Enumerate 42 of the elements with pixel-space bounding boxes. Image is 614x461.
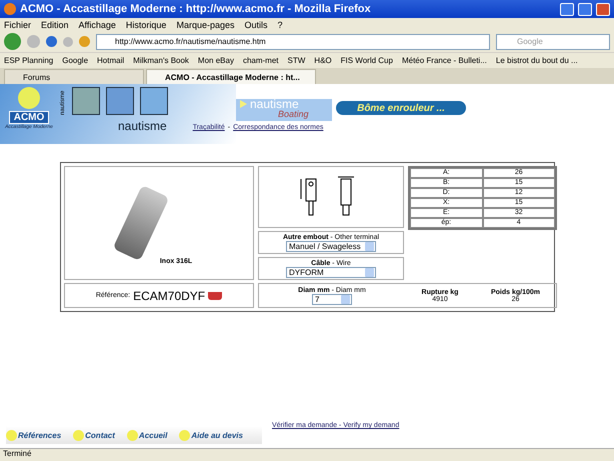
triangle-icon [240,100,247,108]
nautisme-banner: nautisme Boating [236,99,332,121]
logo-text: ACMO [8,111,50,124]
reference-code: ECAM70DYF [133,288,206,302]
bookmark[interactable]: Météo France - Bulleti... [402,56,487,65]
menu-item[interactable]: Outils [244,20,268,30]
browser-tab[interactable]: Forums [4,69,144,84]
footer-link[interactable]: Aide au devis [179,430,243,440]
minimize-button[interactable] [560,2,574,16]
dropdown[interactable]: DYFORM [286,266,376,278]
menu-item[interactable]: ? [278,20,283,30]
bookmark[interactable]: Milkman's Book [133,56,189,65]
footer-link[interactable]: Accueil [126,430,168,440]
menu-item[interactable]: Edition [41,20,69,30]
menu-item[interactable]: Affichage [78,20,116,30]
close-button[interactable] [596,2,610,16]
bookmark[interactable]: Le bistrot du bout du ... [496,56,578,65]
bookmark[interactable]: ESP Planning [4,56,54,65]
photo-placeholder [72,87,100,115]
footer-link[interactable]: Références [6,430,62,440]
menu-item[interactable]: Fichier [4,20,32,30]
menu-item[interactable]: Historique [126,20,166,30]
bookmark[interactable]: FIS World Cup [340,56,393,65]
address-field[interactable]: http://www.acmo.fr/nautisme/nautisme.htm [96,34,490,50]
section-title: nautisme [118,119,167,133]
footer-link[interactable]: Contact [73,430,115,440]
photo-placeholder [106,87,134,115]
dropdown[interactable]: 7 [312,294,352,304]
menu-item[interactable]: Marque-pages [176,20,234,30]
maximize-button[interactable] [578,2,592,16]
bookmark[interactable]: STW [288,56,306,65]
bookmark[interactable]: cham-met [242,56,279,65]
dropdown[interactable]: Manuel / Swageless [286,240,376,252]
bookmark[interactable]: H&O [314,56,332,65]
promo-button[interactable]: Bôme enrouleur ... [336,101,466,115]
photo-placeholder [140,87,168,115]
bookmark[interactable]: Mon eBay [198,56,234,65]
status-text: Terminé [0,448,614,461]
bookmark[interactable]: Google [62,56,88,65]
bookmark[interactable]: Hotmail [97,56,124,65]
browser-tab[interactable]: ACMO - Accastillage Moderne : ht... [146,69,316,84]
window-title: ACMO - Accastillage Moderne : http://www.acmo.fr - Mozilla Firefox [20,3,372,15]
